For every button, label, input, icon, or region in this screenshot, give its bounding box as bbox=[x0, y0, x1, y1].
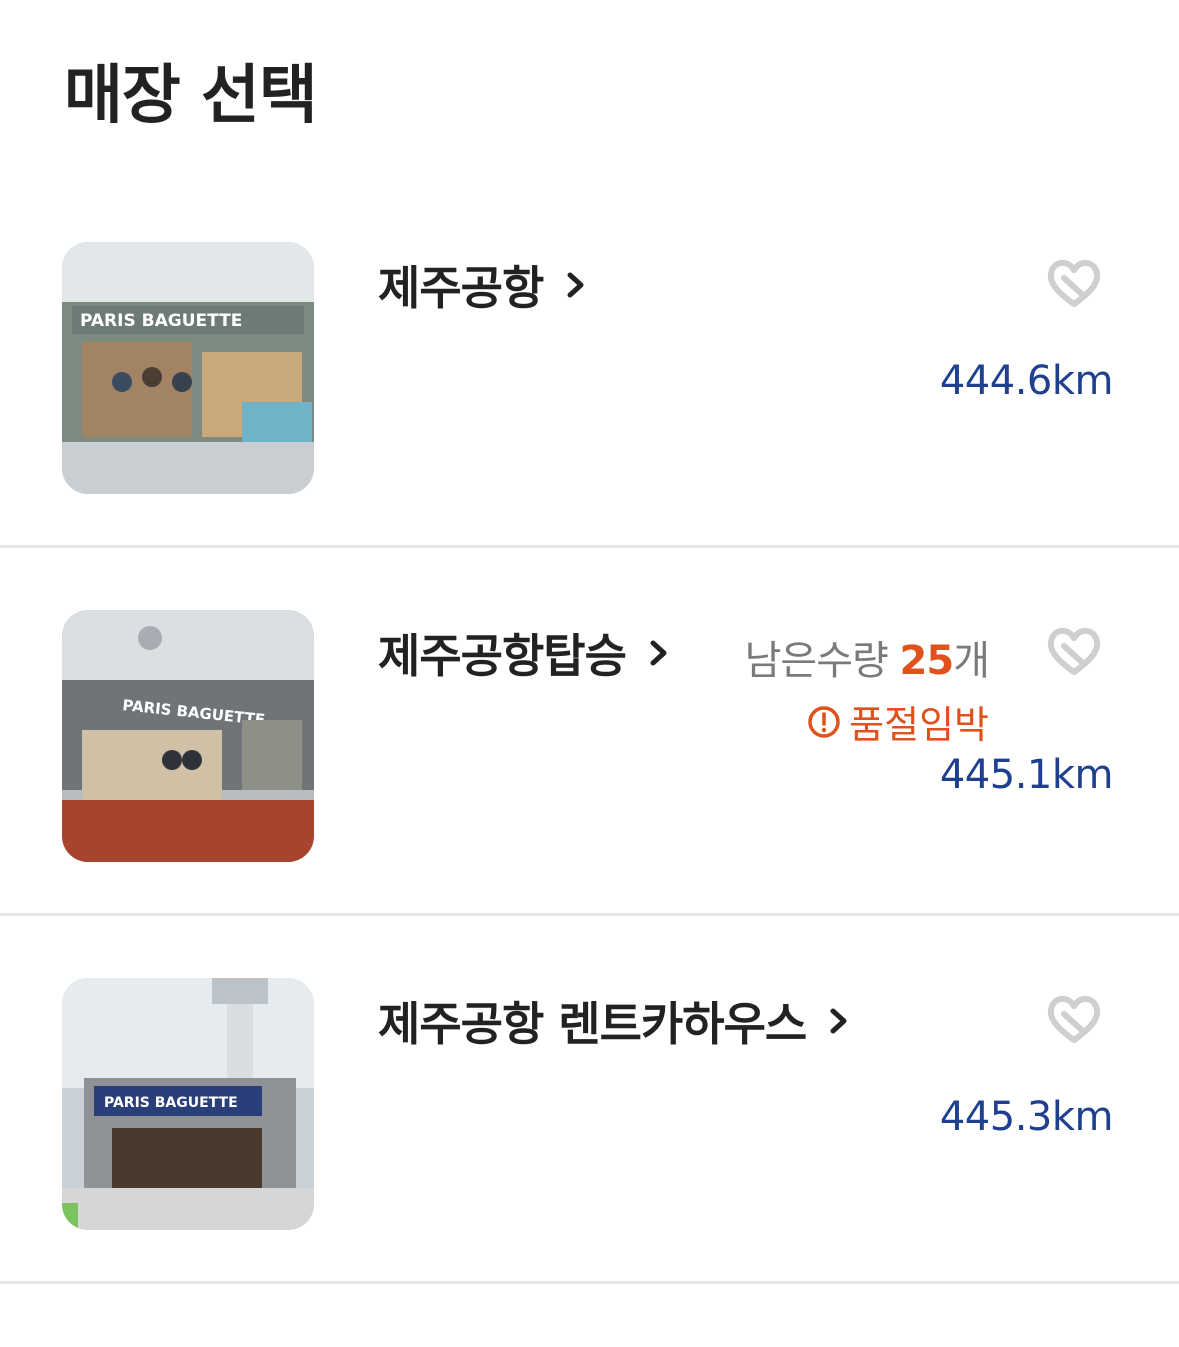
chevron-right-icon bbox=[830, 1008, 847, 1034]
heart-outline-icon[interactable] bbox=[1044, 624, 1104, 680]
heart-outline-icon[interactable] bbox=[1044, 256, 1104, 312]
stock-label: 남은수량 bbox=[744, 638, 889, 684]
store-name: 제주공항 bbox=[378, 261, 544, 315]
stock-unit: 개 bbox=[953, 638, 990, 684]
alert-circle-icon bbox=[808, 705, 840, 738]
store-row[interactable]: PARIS BAGUETTE 제주공항 444.6km bbox=[0, 180, 1179, 548]
soldout-warning: 품절임박 bbox=[807, 694, 989, 749]
thumb-sign-text: PARIS BAGUETTE bbox=[80, 311, 242, 331]
store-thumbnail: PARIS BAGUETTE bbox=[62, 610, 314, 862]
store-name: 제주공항 렌트카하우스 bbox=[378, 997, 807, 1051]
store-name-link[interactable]: 제주공항 bbox=[378, 252, 587, 318]
store-distance: 445.1km bbox=[939, 752, 1114, 798]
stock-count: 남은수량 25개 bbox=[744, 628, 990, 686]
chevron-right-icon bbox=[567, 272, 584, 298]
stock-quantity: 25 bbox=[899, 638, 955, 684]
heart-outline-icon[interactable] bbox=[1044, 992, 1104, 1048]
store-thumbnail: PARIS BAGUETTE bbox=[62, 242, 314, 494]
page-title: 매장 선택 bbox=[64, 59, 318, 133]
store-name-link[interactable]: 제주공항탑승 bbox=[378, 620, 670, 686]
store-distance: 445.3km bbox=[939, 1094, 1114, 1140]
store-name-link[interactable]: 제주공항 렌트카하우스 bbox=[378, 988, 850, 1054]
store-row[interactable]: PARIS BAGUETTE 제주공항탑승 남은수량 25개 품절임박 445.… bbox=[0, 548, 1179, 916]
store-name: 제주공항탑승 bbox=[378, 629, 627, 683]
store-photo: PARIS BAGUETTE bbox=[62, 242, 314, 494]
soldout-label: 품절임박 bbox=[849, 703, 989, 747]
store-photo: PARIS BAGUETTE bbox=[62, 610, 314, 862]
store-row[interactable]: PARIS BAGUETTE 제주공항 렌트카하우스 445.3km bbox=[0, 916, 1179, 1284]
thumb-sign-text: PARIS BAGUETTE bbox=[104, 1095, 238, 1111]
store-thumbnail: PARIS BAGUETTE bbox=[62, 978, 314, 1230]
store-photo: PARIS BAGUETTE bbox=[62, 978, 314, 1230]
chevron-right-icon bbox=[650, 640, 667, 666]
store-distance: 444.6km bbox=[939, 358, 1114, 404]
